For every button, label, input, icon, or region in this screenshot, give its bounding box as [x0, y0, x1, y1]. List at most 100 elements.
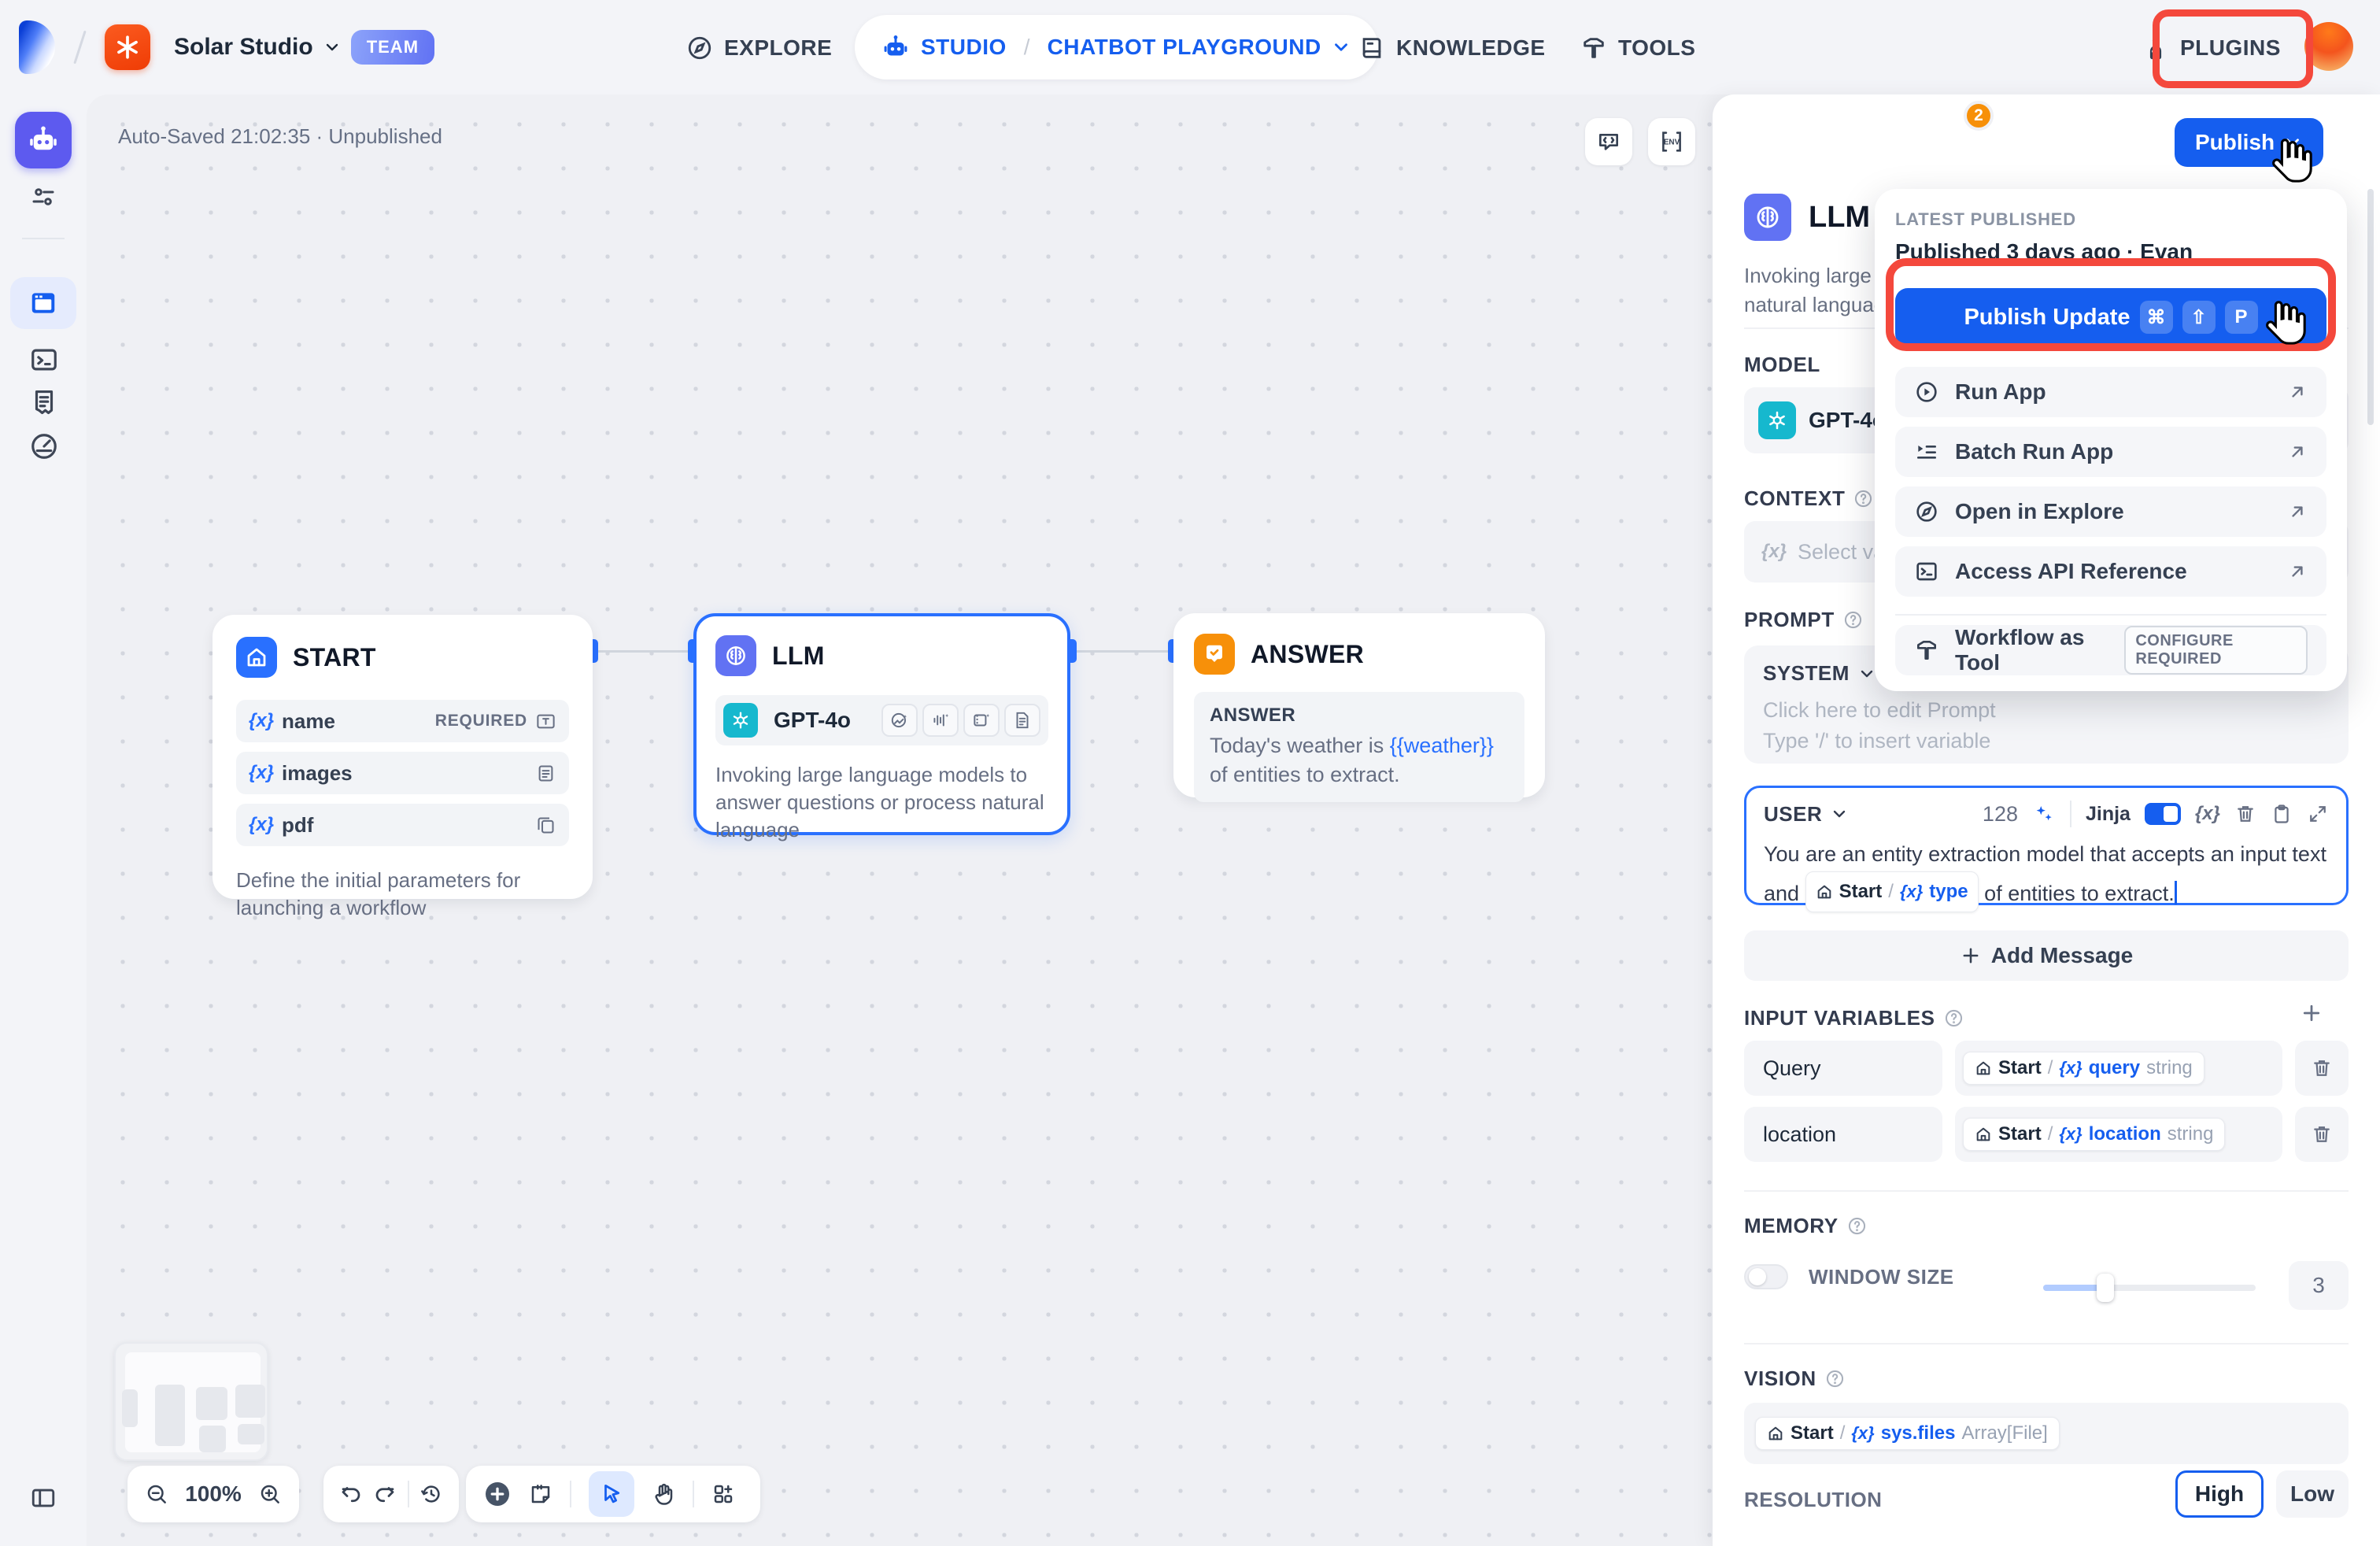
chevron-down-icon: [2286, 139, 2300, 146]
rail-settings[interactable]: [29, 183, 57, 211]
arrow-up-right-icon: [2292, 566, 2303, 577]
variable-chip[interactable]: Start / {x} type: [1805, 871, 1979, 912]
slider-knob[interactable]: [2097, 1274, 2114, 1302]
add-note-button[interactable]: [529, 1482, 552, 1506]
node-answer[interactable]: ANSWER ANSWER Today's weather is {{weath…: [1173, 613, 1545, 802]
delete-variable-button[interactable]: [2295, 1107, 2349, 1162]
zoom-in-button[interactable]: [258, 1482, 282, 1506]
nav-knowledge[interactable]: KNOWLEDGE: [1358, 35, 1546, 61]
input-variables-label: INPUT VARIABLES: [1744, 1006, 1964, 1030]
env-variables-button[interactable]: ENV: [1648, 118, 1695, 165]
system-role-label: SYSTEM: [1763, 661, 1850, 685]
window-size-slider[interactable]: [2043, 1274, 2256, 1302]
robot-icon: [30, 126, 57, 150]
variable-name-field[interactable]: Query: [1744, 1041, 1942, 1096]
rail-divider: [22, 238, 65, 239]
panel-scrollbar[interactable]: [2367, 189, 2374, 425]
menu-item-run-app[interactable]: Run App: [1895, 367, 2326, 417]
nav-tools[interactable]: TOOLS: [1580, 35, 1695, 61]
pointer-tool-button[interactable]: [589, 1471, 634, 1517]
add-message-button[interactable]: Add Message: [1744, 930, 2349, 981]
kbd-cmd: ⌘: [2139, 301, 2173, 334]
minimap[interactable]: [114, 1342, 268, 1461]
home-icon: [236, 637, 277, 678]
start-var-images[interactable]: {x} images: [236, 752, 569, 794]
copy-file-icon: [538, 816, 554, 834]
openai-icon: [723, 703, 758, 738]
delete-variable-button[interactable]: [2295, 1041, 2349, 1096]
model-section-label: MODEL: [1744, 353, 1820, 376]
insert-variable-button[interactable]: {x}: [2195, 803, 2220, 825]
kbd-shift: ⇧: [2182, 301, 2216, 334]
undo-button[interactable]: [339, 1482, 363, 1506]
menu-item-access-api-reference[interactable]: Access API Reference: [1895, 546, 2326, 597]
app-switcher[interactable]: Solar Studio TEAM: [174, 30, 435, 65]
video-capability-icon: [963, 704, 1000, 737]
user-prompt-block[interactable]: USER 128 Jinja {x} You are an entity ext…: [1744, 786, 2349, 912]
variable-value-field[interactable]: Start / {x} location string: [1955, 1107, 2282, 1162]
left-rail: [0, 94, 87, 1546]
tab-chatbot-playground[interactable]: CHATBOT PLAYGROUND: [1048, 35, 1351, 60]
organize-blocks-button[interactable]: [711, 1482, 735, 1506]
required-tag: REQUIRED: [434, 712, 527, 730]
clipboard-icon[interactable]: [2271, 803, 2293, 825]
menu-item-batch-run-app[interactable]: Batch Run App: [1895, 427, 2326, 477]
publish-button[interactable]: Publish: [2175, 118, 2324, 167]
tab-studio[interactable]: STUDIO: [881, 33, 1007, 61]
jinja-toggle[interactable]: [2144, 803, 2181, 825]
window-size-toggle[interactable]: [1744, 1264, 1788, 1289]
resolution-low-button[interactable]: Low: [2276, 1470, 2349, 1518]
rail-item-api[interactable]: [29, 345, 59, 375]
expand-icon[interactable]: [2307, 803, 2329, 825]
zoom-level[interactable]: 100%: [185, 1481, 242, 1507]
trash-icon[interactable]: [2234, 803, 2256, 825]
arrow-up-right-icon: [2292, 386, 2303, 398]
publish-update-button[interactable]: Publish Update ⌘ ⇧ P: [1895, 288, 2326, 346]
window-size-value[interactable]: 3: [2289, 1261, 2349, 1310]
rail-item-monitor[interactable]: [29, 431, 59, 461]
node-start[interactable]: START {x} name REQUIRED {x} images {x} p…: [213, 615, 593, 919]
hand-tool-button[interactable]: [652, 1482, 675, 1506]
variable-chip[interactable]: Start / {x} location string: [1963, 1118, 2226, 1151]
nav-studio-pill: STUDIO / CHATBOT PLAYGROUND: [855, 15, 1378, 80]
checklist-count-badge: 2: [1964, 101, 1994, 131]
llm-model-row[interactable]: GPT-4o: [715, 695, 1048, 745]
avatar[interactable]: [2304, 22, 2353, 71]
explore-icon: [1916, 501, 1937, 522]
user-prompt-text[interactable]: You are an entity extraction model that …: [1764, 837, 2329, 912]
user-role-selector[interactable]: USER: [1764, 802, 1849, 827]
brain-icon: [1744, 194, 1791, 241]
zoom-out-button[interactable]: [145, 1482, 168, 1506]
app-name: Solar Studio: [174, 34, 313, 60]
edge-llm-answer: [1070, 650, 1176, 653]
audio-capability-icon: [922, 704, 959, 737]
rail-item-orchestrate[interactable]: [10, 277, 76, 329]
add-node-button[interactable]: [483, 1480, 512, 1508]
variable-value-field[interactable]: Start / {x} query string: [1955, 1041, 2282, 1096]
vision-variable-field[interactable]: Start / {x} sys.files Array[File]: [1744, 1403, 2349, 1464]
variable-chip[interactable]: Start / {x} sys.files Array[File]: [1755, 1417, 2060, 1450]
undo-toolbar: [323, 1466, 459, 1522]
nav-plugins[interactable]: PLUGINS: [2142, 35, 2281, 61]
rail-app-icon[interactable]: [15, 112, 72, 168]
app-icon[interactable]: [105, 24, 150, 70]
variable-name-field[interactable]: location: [1744, 1107, 1942, 1162]
resolution-high-button[interactable]: High: [2175, 1470, 2264, 1518]
sparkles-icon[interactable]: [2032, 802, 2056, 826]
variable-chip[interactable]: Start / {x} query string: [1963, 1052, 2204, 1085]
change-history-button[interactable]: [419, 1482, 443, 1506]
publish-dropdown: LATEST PUBLISHED Published 3 days ago · …: [1875, 189, 2347, 691]
chat-variable-button[interactable]: [1585, 118, 1632, 165]
node-llm[interactable]: LLM GPT-4o Invoking large language model…: [693, 613, 1070, 841]
collapse-sidebar-button[interactable]: [30, 1485, 57, 1511]
start-var-name[interactable]: {x} name REQUIRED: [236, 700, 569, 742]
nav-explore[interactable]: EXPLORE: [686, 35, 832, 61]
rail-item-logs[interactable]: [29, 387, 59, 417]
menu-item-workflow-as-tool[interactable]: Workflow as Tool CONFIGURE REQUIRED: [1895, 625, 2326, 675]
add-variable-button[interactable]: [2300, 1001, 2323, 1025]
divider-slash: [73, 30, 87, 65]
help-icon: [1848, 1217, 1865, 1235]
menu-item-open-in-explore[interactable]: Open in Explore: [1895, 486, 2326, 537]
start-var-pdf[interactable]: {x} pdf: [236, 804, 569, 846]
redo-button[interactable]: [373, 1482, 397, 1506]
